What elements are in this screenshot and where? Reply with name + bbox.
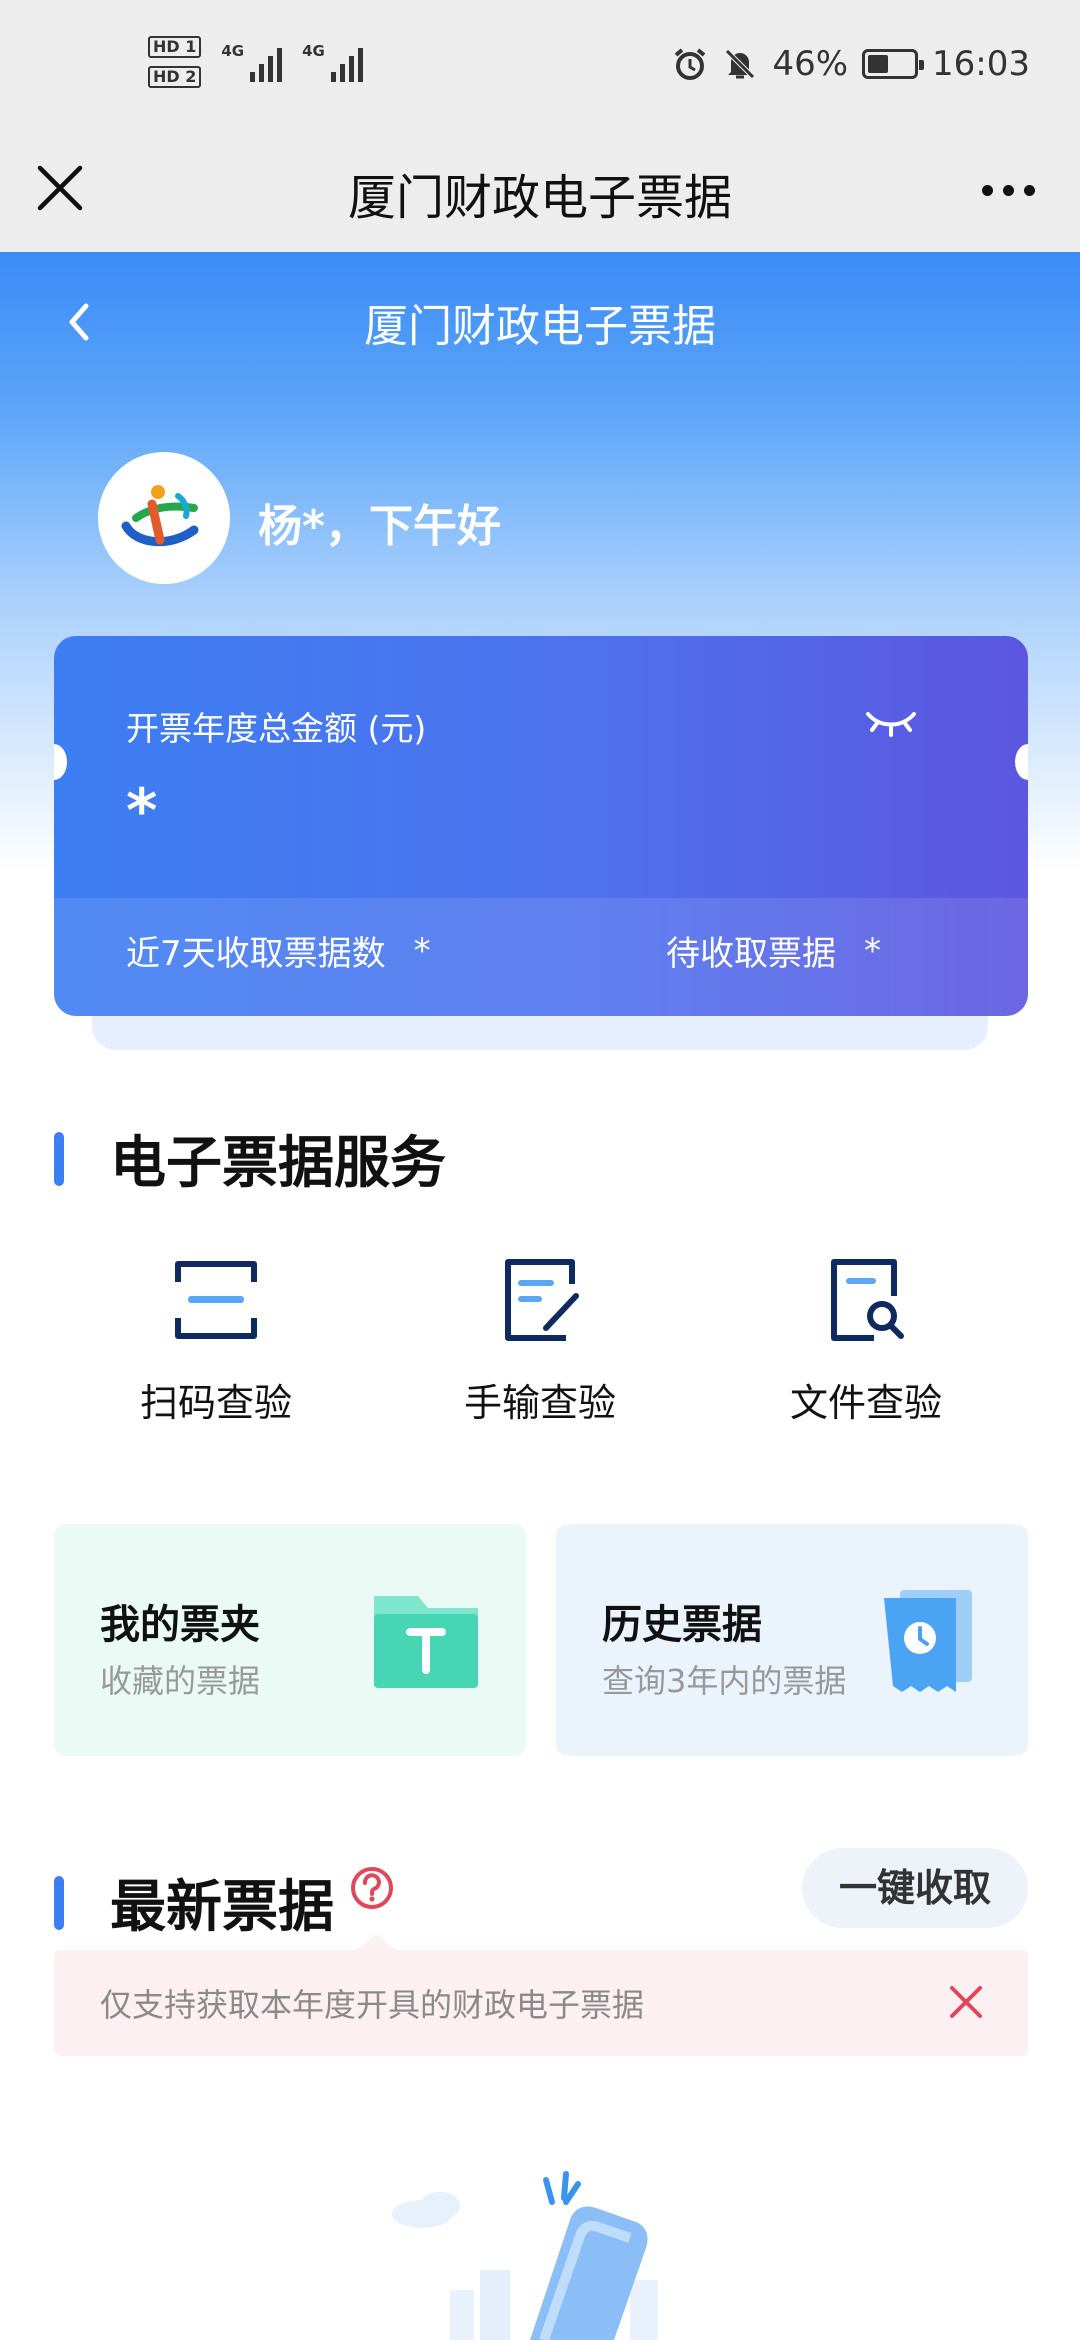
scan-verify-button[interactable]: 扫码查验 — [96, 1250, 336, 1427]
info-tip-banner: 仅支持获取本年度开具的财政电子票据 — [54, 1934, 1028, 2056]
recent-receipts-value: * — [413, 930, 431, 971]
services-section-title: 电子票据服务 — [110, 1131, 446, 1196]
clock: 16:03 — [932, 44, 1030, 84]
wechat-nav-bar: 厦门财政电子票据 — [0, 140, 1080, 252]
pending-receipts-value: * — [864, 930, 881, 971]
app-title: 厦门财政电子票据 — [364, 301, 716, 352]
signal-icon-2: 4G — [302, 42, 363, 82]
history-receipts-card[interactable]: 历史票据 查询3年内的票据 — [556, 1524, 1028, 1756]
network-type-2: 4G — [302, 42, 325, 60]
card-stats-row: 近7天收取票据数 * 待收取票据 * — [54, 898, 1028, 1016]
wechat-page-title: 厦门财政电子票据 — [347, 170, 732, 226]
history-subtitle: 查询3年内的票据 — [602, 1662, 847, 1700]
manual-verify-label: 手输查验 — [463, 1381, 616, 1425]
battery-percent: 46% — [772, 44, 849, 84]
edit-doc-icon — [505, 1259, 579, 1341]
my-folder-title: 我的票夹 — [100, 1602, 260, 1648]
pending-receipts-label: 待收取票据 — [666, 934, 836, 974]
hd-badge-1: HD 1 — [148, 36, 202, 58]
file-verify-label: 文件查验 — [789, 1381, 942, 1425]
amount-summary-card: 开票年度总金额 (元) * 近7天收取票据数 * 待收取票据 * — [54, 636, 1028, 1016]
scan-icon — [175, 1261, 257, 1339]
my-folder-subtitle: 收藏的票据 — [100, 1662, 261, 1700]
my-receipt-folder-card[interactable]: 我的票夹 收藏的票据 — [54, 1524, 526, 1756]
hd-badge-2: HD 2 — [148, 66, 202, 88]
pending-receipts-stat[interactable]: 待收取票据 * — [666, 926, 881, 975]
services-grid: 扫码查验 手输查验 文件查验 — [0, 1250, 1080, 1450]
hide-eye-icon[interactable] — [864, 708, 918, 738]
dismiss-tip-icon[interactable] — [944, 1980, 988, 2024]
mute-bell-icon — [725, 49, 756, 79]
status-bar: HD 1 HD 2 4G 4G 46% 16:03 — [0, 0, 1080, 140]
more-menu-icon[interactable] — [982, 170, 1042, 210]
logo-icon — [98, 452, 230, 584]
history-receipt-icon — [884, 1590, 972, 1692]
collect-all-button[interactable]: 一键收取 — [802, 1848, 1028, 1928]
avatar[interactable] — [98, 452, 230, 584]
alarm-icon — [675, 48, 706, 80]
recent-receipts-label: 近7天收取票据数 — [126, 934, 386, 974]
scan-verify-label: 扫码查验 — [139, 1381, 292, 1425]
network-type-1: 4G — [221, 42, 245, 60]
manual-verify-button[interactable]: 手输查验 — [420, 1250, 660, 1427]
annual-amount-label: 开票年度总金额 (元) — [126, 709, 427, 748]
latest-section-title: 最新票据 — [110, 1875, 334, 1940]
latest-section-header: 最新票据 — [54, 1862, 334, 1943]
greeting-text: 杨*，下午好 — [258, 501, 502, 552]
empty-receipt-illustration — [392, 2171, 658, 2340]
network-indicators: HD 1 HD 2 4G 4G — [148, 36, 363, 88]
file-verify-button[interactable]: 文件查验 — [746, 1250, 986, 1427]
signal-icon-1: 4G — [221, 42, 283, 82]
recent-receipts-stat[interactable]: 近7天收取票据数 * — [126, 926, 431, 975]
tip-text: 仅支持获取本年度开具的财政电子票据 — [100, 1986, 645, 2024]
file-search-icon — [831, 1259, 904, 1341]
help-icon[interactable] — [350, 1866, 394, 1910]
system-indicators: 46% 16:03 — [672, 44, 1030, 84]
services-section-header: 电子票据服务 — [54, 1118, 446, 1199]
battery-icon — [862, 49, 925, 79]
annual-amount-value: * — [126, 776, 158, 846]
history-title: 历史票据 — [602, 1602, 762, 1648]
folder-icon — [374, 1596, 478, 1688]
